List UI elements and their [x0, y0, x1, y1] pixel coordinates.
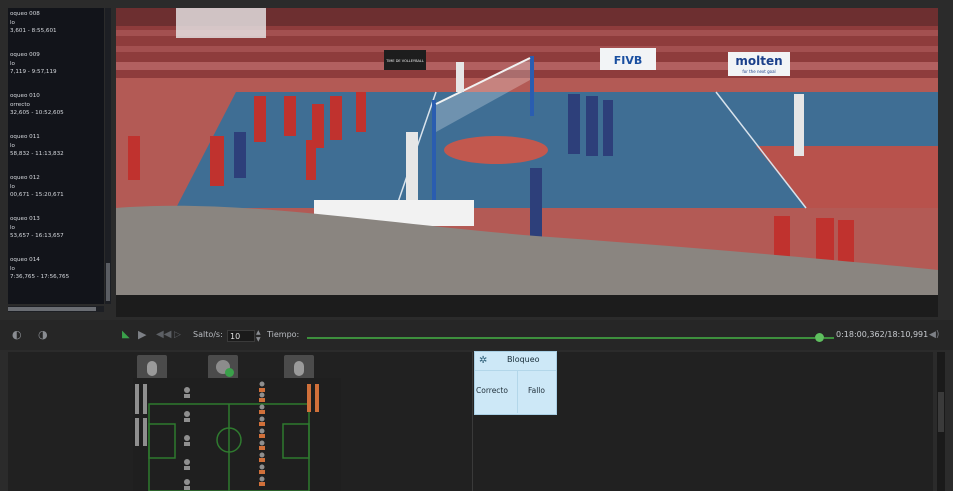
panel-divider: [472, 352, 473, 491]
previous-icon[interactable]: ◐: [12, 320, 22, 350]
rewind-icon[interactable]: ◀◀: [156, 320, 171, 350]
list-item[interactable]: oqueo 011 lo 58,832 - 11:13,832: [8, 131, 104, 172]
list-vertical-scrollbar[interactable]: [105, 8, 111, 304]
step-icon[interactable]: ▷: [174, 320, 181, 350]
scroll-thumb[interactable]: [106, 263, 110, 301]
player-controls: ◐ ◑ ◣ ▶ ◀◀ ▷ Salto/s: 10 ▲ ▼ Tiempo: 0:18…: [0, 320, 953, 350]
scroll-thumb[interactable]: [938, 392, 944, 432]
fivb-banner-text: FIVB: [614, 54, 643, 67]
window-light: [176, 8, 266, 38]
molten-tagline: for the next goal: [742, 69, 775, 74]
bloqueo-card[interactable]: ✲ Bloqueo Correcto Fallo: [474, 351, 557, 415]
list-horizontal-scrollbar[interactable]: [8, 306, 104, 312]
dark-banner-text: TIME DE VOLLEYBALL: [385, 59, 424, 63]
app-window: oqueo 008 lo 3,601 - 8:55,601 oqueo 009 lo 7…: [0, 0, 953, 491]
volume-icon[interactable]: ◀): [929, 320, 939, 350]
list-item[interactable]: oqueo 013 lo 53,657 - 16:13,657: [8, 213, 104, 254]
shirt-icon: [294, 361, 304, 376]
list-item[interactable]: oqueo 012 lo 00,671 - 15:20,671: [8, 172, 104, 213]
video-scene: FIVB molten for the next goal TIME DE VO…: [116, 8, 938, 295]
salto-spinner-icon[interactable]: ▲ ▼: [256, 329, 261, 343]
timeline-slider[interactable]: [307, 337, 815, 339]
time-readout: 0:18:00,362/18:10,991: [836, 330, 929, 339]
shirt-icon: [147, 361, 157, 376]
salto-input[interactable]: 10: [227, 330, 255, 342]
timeline-remaining[interactable]: [824, 337, 834, 339]
molten-banner-text: molten: [735, 54, 782, 68]
video-frame[interactable]: FIVB molten for the next goal TIME DE VO…: [116, 8, 938, 295]
scroll-thumb[interactable]: [8, 307, 96, 311]
timeline-handle[interactable]: [815, 333, 824, 342]
event-list[interactable]: oqueo 008 lo 3,601 - 8:55,601 oqueo 009 lo 7…: [8, 8, 104, 304]
refresh-icon: [225, 368, 234, 377]
correcto-button[interactable]: Correcto: [476, 386, 508, 395]
center-circle: [444, 136, 548, 164]
bloqueo-header: ✲ Bloqueo: [475, 352, 556, 371]
video-bottom-strip: [116, 295, 938, 317]
tiempo-label: Tiempo:: [267, 330, 300, 339]
list-item[interactable]: oqueo 014 lo 7:36,765 - 17:56,765: [8, 254, 104, 295]
panel-scrollbar[interactable]: [937, 352, 945, 491]
tag-icon[interactable]: ◣: [122, 320, 130, 350]
next-icon[interactable]: ◑: [38, 320, 48, 350]
card-divider: [517, 371, 518, 413]
list-item[interactable]: oqueo 009 lo 7,119 - 9:57,119: [8, 49, 104, 90]
play-icon[interactable]: ▶: [138, 320, 146, 350]
field-diagram[interactable]: [133, 378, 341, 491]
list-item[interactable]: oqueo 010 orrecto 32,605 - 10:52,605: [8, 90, 104, 131]
stands-row: [116, 46, 938, 52]
fallo-button[interactable]: Fallo: [528, 386, 545, 395]
salto-label: Salto/s:: [193, 330, 223, 339]
bloqueo-title: Bloqueo: [507, 355, 540, 364]
list-item[interactable]: oqueo 008 lo 3,601 - 8:55,601: [8, 8, 104, 49]
players-icon: ✲: [479, 355, 488, 366]
